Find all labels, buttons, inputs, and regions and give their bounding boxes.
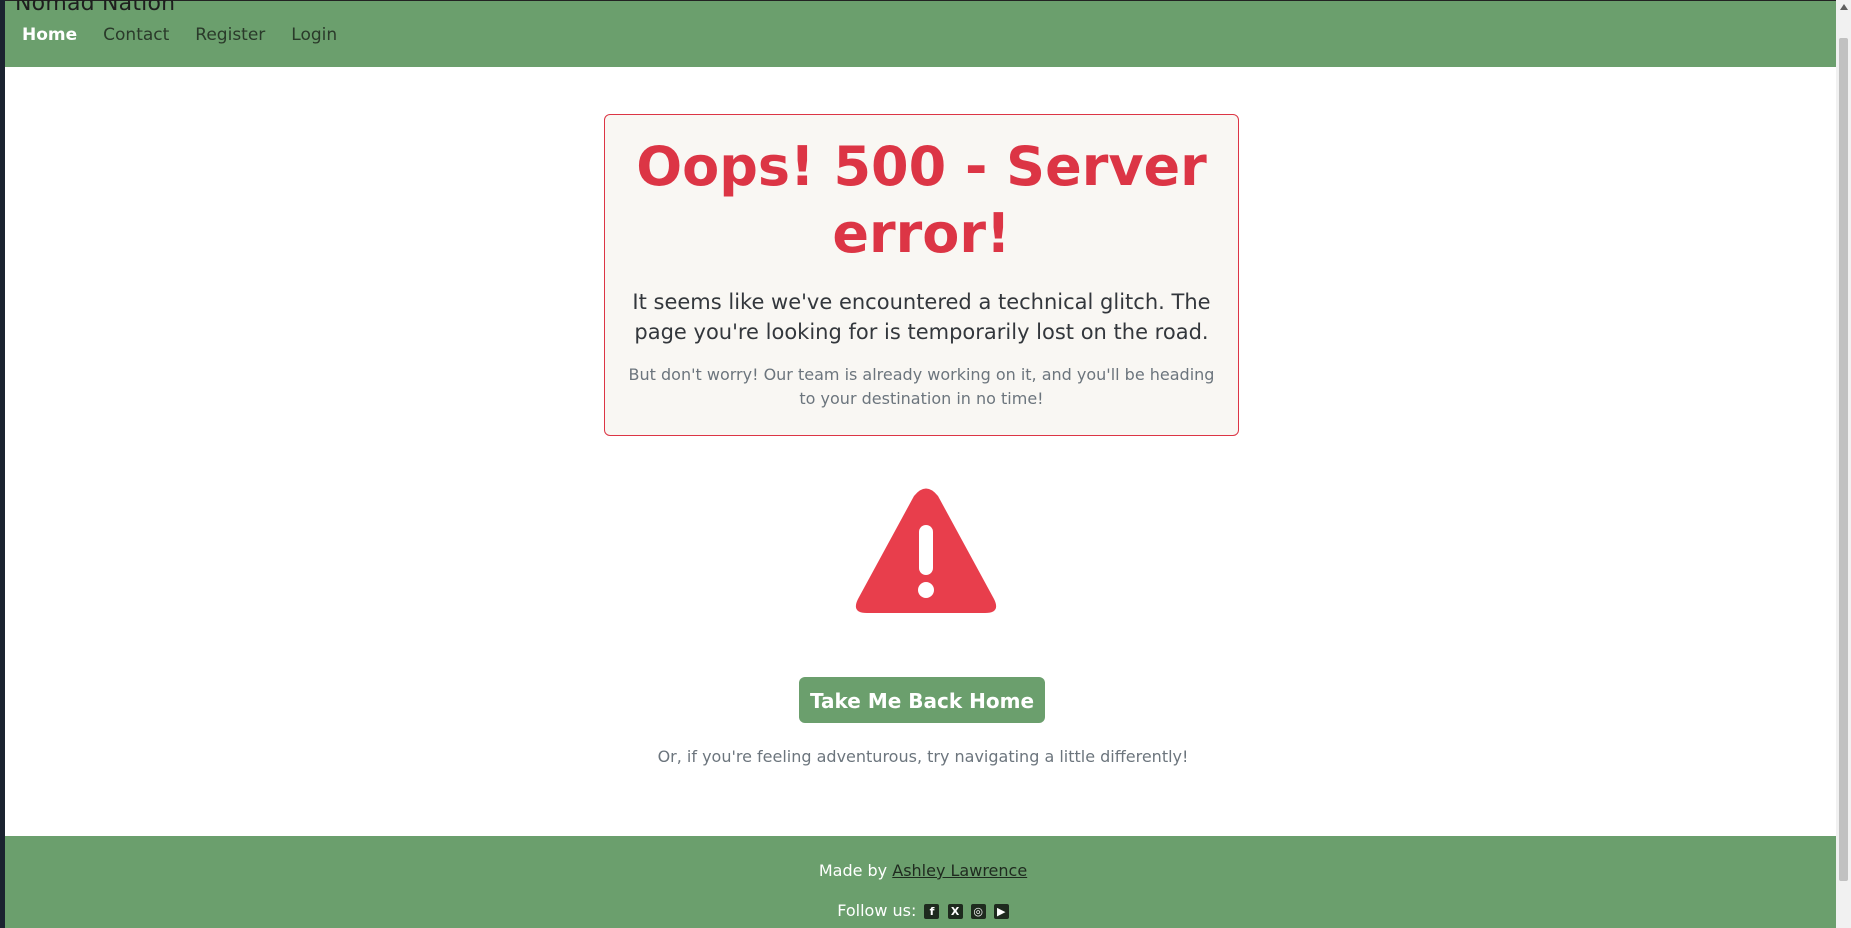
author-link[interactable]: Ashley Lawrence bbox=[892, 861, 1027, 880]
made-by-line: Made by Ashley Lawrence bbox=[5, 861, 1841, 880]
vertical-scrollbar[interactable] bbox=[1836, 0, 1851, 928]
error-title: Oops! 500 - Server error! bbox=[636, 135, 1207, 265]
nav-links: Home Contact Register Login bbox=[22, 25, 337, 45]
instagram-icon[interactable]: ◎ bbox=[970, 904, 986, 919]
x-icon[interactable]: X bbox=[947, 904, 963, 919]
error-lead: It seems like we've encountered a techni… bbox=[632, 290, 1211, 344]
page-footer: Made by Ashley Lawrence Follow us: f X ◎… bbox=[5, 836, 1841, 928]
made-by-label: Made by bbox=[818, 861, 888, 880]
follow-us-line: Follow us: f X ◎ ▶ bbox=[5, 901, 1841, 920]
alternative-navigation-text: Or, if you're feeling adventurous, try n… bbox=[657, 747, 1189, 766]
scroll-up-arrow-icon[interactable] bbox=[1840, 4, 1848, 10]
brand-title[interactable]: Nomad Nation bbox=[15, 0, 175, 16]
scrollbar-thumb[interactable] bbox=[1839, 38, 1848, 881]
take-me-home-button[interactable]: Take Me Back Home bbox=[799, 677, 1045, 723]
error-card: Oops! 500 - Server error! It seems like … bbox=[604, 114, 1239, 436]
nav-register[interactable]: Register bbox=[195, 25, 265, 45]
follow-label: Follow us: bbox=[837, 901, 917, 920]
facebook-icon[interactable]: f bbox=[924, 904, 940, 919]
browser-page: Nomad Nation Home Contact Register Login… bbox=[5, 0, 1841, 928]
nav-contact[interactable]: Contact bbox=[103, 25, 169, 45]
error-subtext: But don't worry! Our team is already wor… bbox=[628, 365, 1215, 408]
youtube-icon[interactable]: ▶ bbox=[993, 904, 1009, 919]
top-navbar: Nomad Nation Home Contact Register Login bbox=[5, 0, 1841, 67]
nav-login[interactable]: Login bbox=[291, 25, 337, 45]
nav-home[interactable]: Home bbox=[22, 25, 77, 45]
warning-triangle-icon bbox=[855, 488, 997, 613]
